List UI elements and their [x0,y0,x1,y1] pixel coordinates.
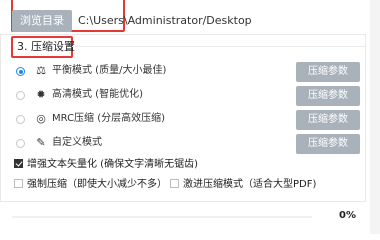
mode-row-hd[interactable]: ✹ 高清模式 (智能优化) 压缩参数 [14,86,364,106]
mode-label: 自定义模式 [52,137,102,148]
option-vectorize[interactable]: 增强文本矢量化 (确保文字清晰无锯齿) [14,158,198,172]
mode-row-mrc[interactable]: ◎ MRC压缩 (分层高效压缩) 压缩参数 [14,110,364,130]
mode-row-balanced[interactable]: ⚖ 平衡模式 (质量/大小最佳) 压缩参数 [14,62,364,82]
force-compress-label: 强制压缩（即使大小减少不多） [27,179,167,190]
compress-params-button[interactable]: 压缩参数 [296,134,360,154]
compress-params-button[interactable]: 压缩参数 [296,62,360,82]
mrc-icon: ◎ [36,112,46,125]
vertical-scrollbar[interactable] [370,0,380,234]
output-path-text: C:\Users\Administrator/Desktop [78,14,252,27]
progress-percent: 0% [339,210,356,221]
progress-bar [12,216,312,218]
section-title: 3. 压缩设置 [17,40,75,53]
option-aggressive[interactable]: 激进压缩模式（适合大型PDF) [170,178,316,192]
aggressive-mode-label: 激进压缩模式（适合大型PDF) [183,179,317,190]
mode-radio[interactable] [16,139,25,148]
mode-label: MRC压缩 (分层高效压缩) [52,113,166,124]
compress-params-button[interactable]: 压缩参数 [296,110,360,130]
progress-area: 0% [0,202,366,234]
option-force[interactable]: 强制压缩（即使大小减少不多） [14,178,167,192]
compress-params-button[interactable]: 压缩参数 [296,86,360,106]
balance-icon: ⚖ [36,64,46,77]
browse-directory-button[interactable]: 浏览目录 [12,10,72,32]
vectorize-checkbox[interactable] [14,159,23,168]
custom-icon: ✎ [36,136,46,149]
sun-icon: ✹ [36,88,46,101]
aggressive-mode-checkbox[interactable] [170,179,179,188]
mode-label: 平衡模式 (质量/大小最佳) [52,65,167,76]
mode-radio[interactable] [16,67,25,76]
mode-row-custom[interactable]: ✎ 自定义模式 压缩参数 [14,134,364,154]
force-compress-checkbox[interactable] [14,179,23,188]
mode-label: 高清模式 (智能优化) [52,89,143,100]
mode-radio[interactable] [16,115,25,124]
section-divider [72,46,366,47]
vectorize-label: 增强文本矢量化 (确保文字清晰无锯齿) [27,159,198,170]
mode-radio[interactable] [16,91,25,100]
